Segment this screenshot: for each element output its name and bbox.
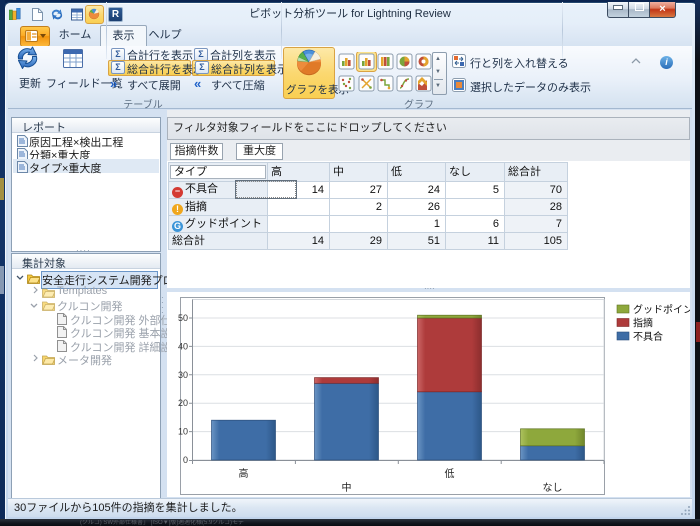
svg-text:20: 20 bbox=[178, 398, 188, 408]
svg-text:0: 0 bbox=[183, 455, 188, 465]
svg-text:グッドポイント: グッドポイント bbox=[633, 303, 690, 316]
svg-text:40: 40 bbox=[178, 341, 188, 351]
svg-text:高: 高 bbox=[239, 467, 249, 480]
svg-text:不具合: 不具合 bbox=[633, 330, 663, 343]
svg-text:50: 50 bbox=[178, 313, 188, 323]
svg-text:なし: なし bbox=[543, 482, 563, 494]
svg-text:30: 30 bbox=[178, 370, 188, 380]
svg-text:中: 中 bbox=[342, 481, 352, 494]
svg-text:低: 低 bbox=[445, 467, 455, 480]
svg-text:指摘: 指摘 bbox=[633, 317, 653, 330]
svg-text:10: 10 bbox=[178, 427, 188, 437]
